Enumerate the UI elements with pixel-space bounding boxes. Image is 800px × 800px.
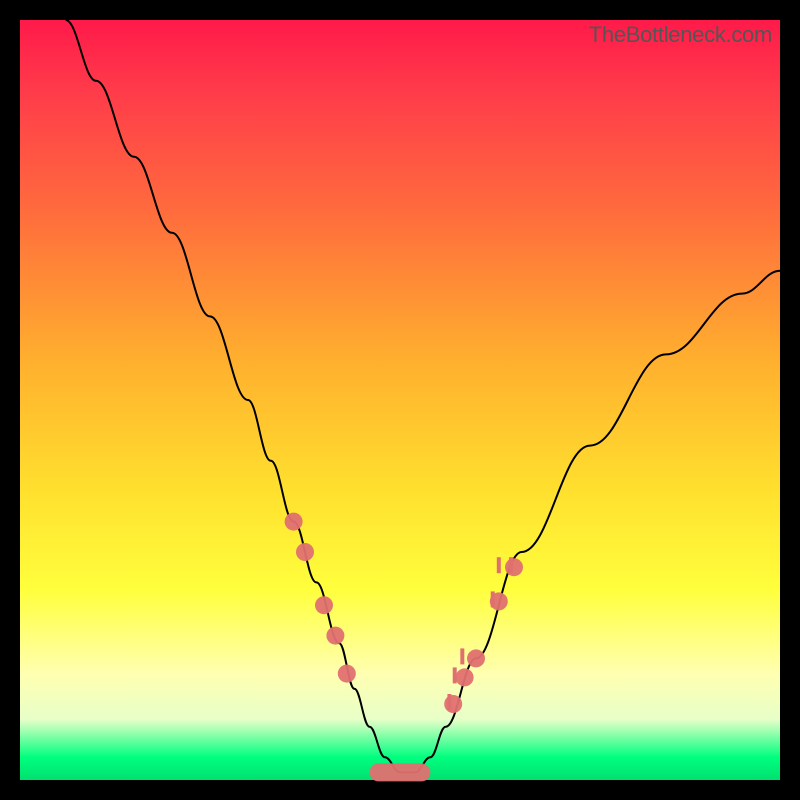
data-point — [505, 558, 523, 576]
bottleneck-plot — [20, 20, 780, 780]
data-point — [315, 596, 333, 614]
bottleneck-curve — [66, 20, 780, 772]
data-point — [285, 513, 303, 531]
data-point — [456, 668, 474, 686]
data-point — [444, 695, 462, 713]
data-point — [296, 543, 314, 561]
data-markers — [285, 513, 523, 782]
data-point — [467, 649, 485, 667]
chart-area: TheBottleneck.com — [20, 20, 780, 780]
data-point — [338, 665, 356, 683]
bottom-plateau — [370, 763, 431, 781]
data-point — [326, 627, 344, 645]
